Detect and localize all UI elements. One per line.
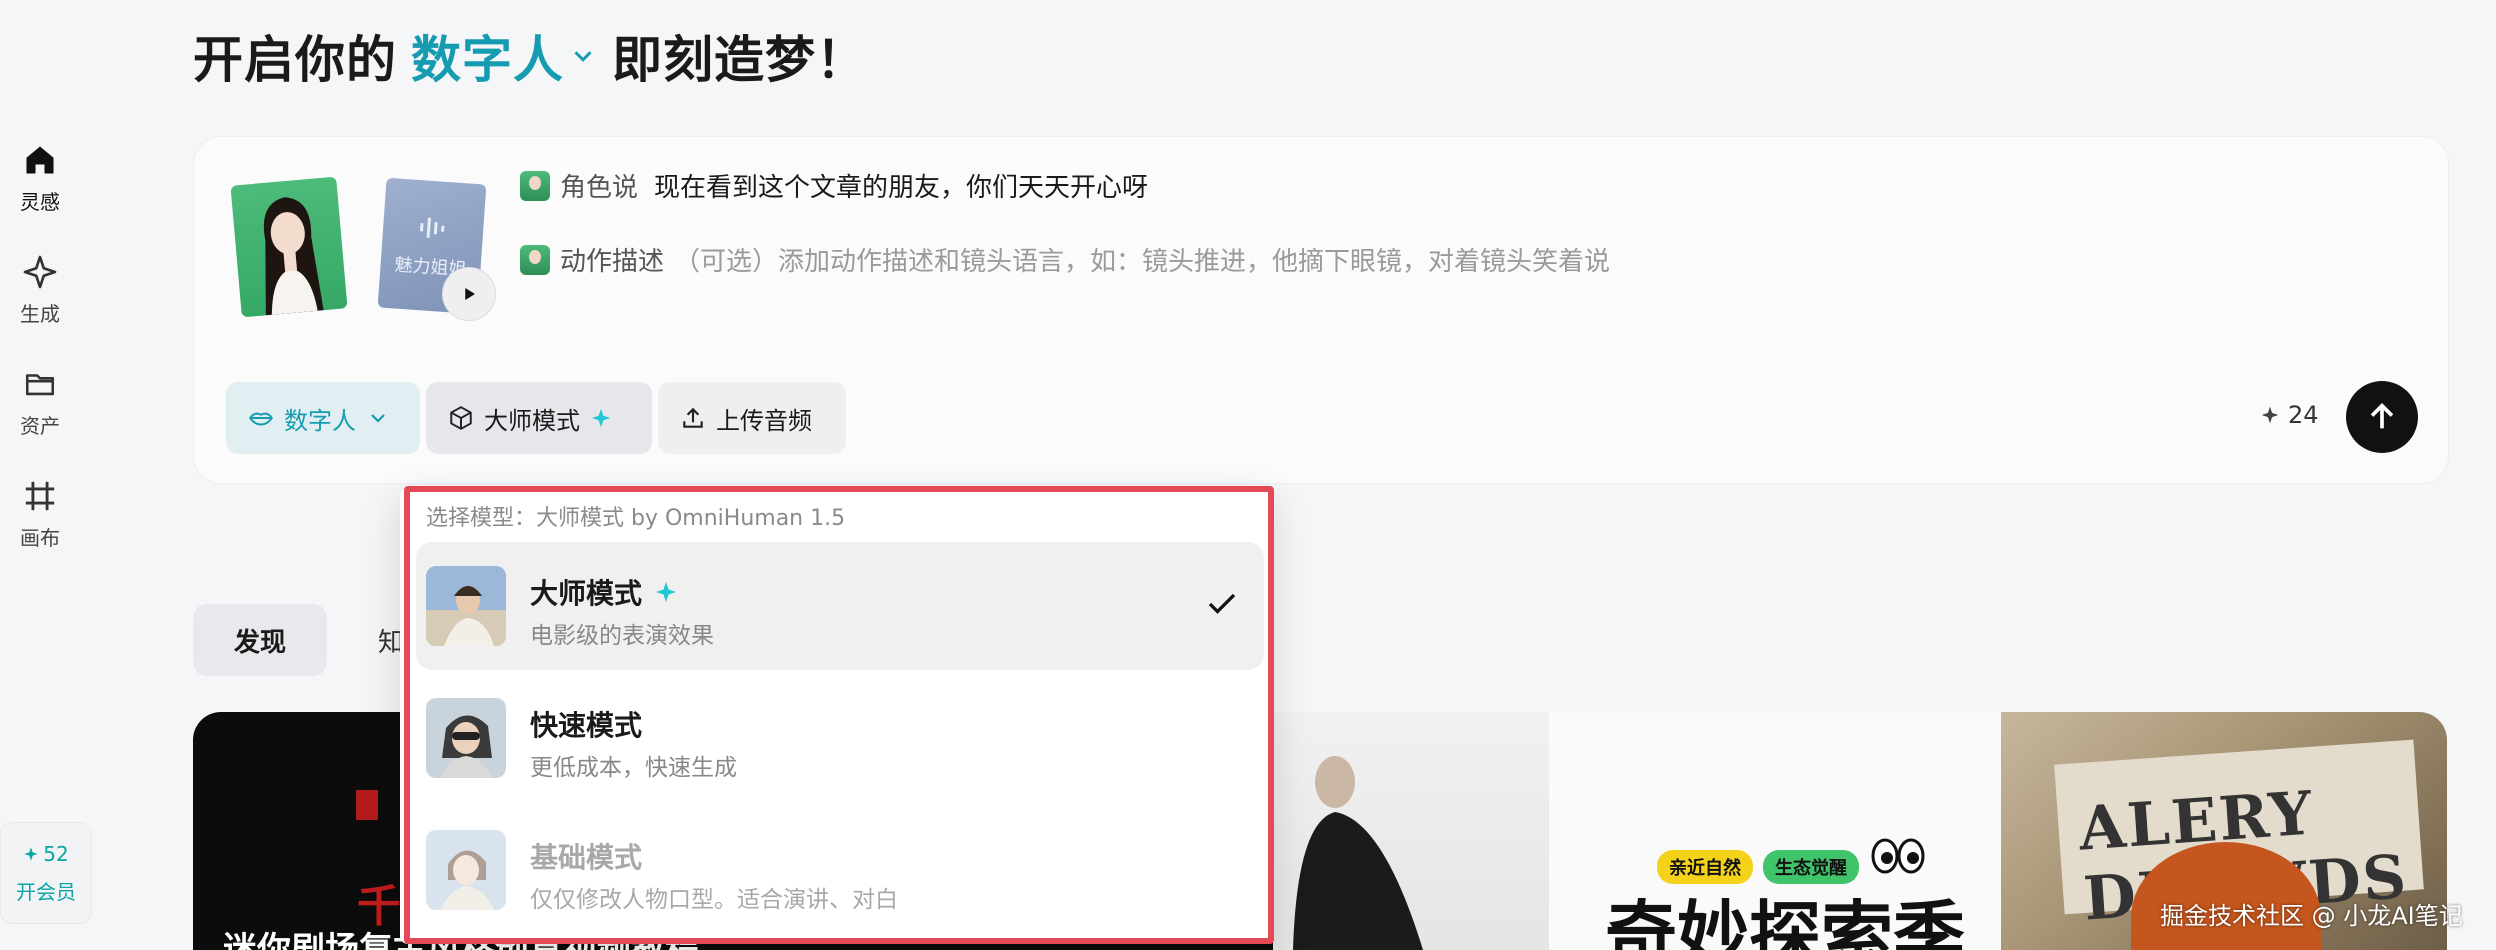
sidebar: 灵感 生成 资产 画布 <box>0 140 80 588</box>
action-line[interactable]: 动作描述 （可选） 添加动作描述和镜头语言，如：镜头推进，他摘下眼镜，对着镜头笑… <box>520 241 1610 278</box>
gallery-decoration <box>356 790 378 820</box>
dropdown-title: 选择模型：大师模式 by OmniHuman 1.5 <box>426 506 846 531</box>
mode-selector[interactable]: 数字人 <box>411 20 598 92</box>
gallery-card[interactable]: 亲近自然 生态觉醒 奇妙探索季 <box>1549 712 2001 950</box>
action-input-placeholder[interactable]: 添加动作描述和镜头语言，如：镜头推进，他摘下眼镜，对着镜头笑着说 <box>778 241 1610 278</box>
character-avatar[interactable] <box>230 176 348 318</box>
gallery-card[interactable] <box>1273 712 1549 950</box>
character-mini-avatar <box>520 170 550 201</box>
model-thumbnail <box>426 830 506 910</box>
sidebar-item-inspiration[interactable]: 灵感 <box>0 140 80 252</box>
membership-link[interactable]: 开会员 <box>16 876 76 905</box>
lips-icon <box>248 412 274 426</box>
sparkle-icon <box>20 252 60 292</box>
gallery-image <box>1293 756 1423 950</box>
sparkle-icon <box>656 582 677 602</box>
canvas-icon <box>20 476 60 516</box>
generation-cost: 24 <box>2260 401 2319 429</box>
model-option-name: 快速模式 <box>530 709 643 742</box>
sidebar-item-canvas[interactable]: 画布 <box>0 476 80 588</box>
sidebar-item-label: 资产 <box>20 414 60 438</box>
digital-human-chip[interactable]: 数字人 <box>226 382 420 454</box>
sparkle-icon <box>2261 406 2279 424</box>
model-option-desc: 更低成本，快速生成 <box>530 755 737 781</box>
upload-audio-button[interactable]: 上传音频 <box>658 382 846 454</box>
model-thumbnail <box>426 698 506 778</box>
model-thumbnail <box>426 566 506 646</box>
credits-balance: 52 <box>23 842 69 866</box>
model-option-fast[interactable]: 快速模式 更低成本，快速生成 <box>416 674 1264 802</box>
model-option-master[interactable]: 大师模式 电影级的表演效果 <box>416 542 1264 670</box>
model-option-basic[interactable]: 基础模式 仅仅修改人物口型。适合演讲、对白 <box>416 806 1264 934</box>
cube-icon <box>450 406 472 430</box>
digital-human-chip-label: 数字人 <box>284 406 356 435</box>
upload-icon <box>683 407 703 428</box>
arrow-up-icon <box>2370 403 2394 429</box>
page-headline: 开启你的 数字人 即刻造梦！ <box>193 24 867 89</box>
chevron-down-icon <box>574 51 592 62</box>
character-mini-avatar <box>520 244 550 275</box>
waveform-icon <box>420 217 445 238</box>
sparkle-icon <box>24 846 38 861</box>
model-mode-chip-label: 大师模式 <box>484 406 580 435</box>
upload-audio-label: 上传音频 <box>716 406 812 435</box>
membership-box[interactable]: 52 开会员 <box>0 822 92 924</box>
headline-prefix: 开启你的 <box>193 31 397 89</box>
send-button[interactable] <box>2346 381 2418 453</box>
role-speech-text[interactable]: 现在看到这个文章的朋友，你们天天开心呀 <box>654 167 1148 204</box>
tab-discover[interactable]: 发现 <box>193 604 327 676</box>
sidebar-item-label: 画布 <box>20 526 60 550</box>
role-line[interactable]: 角色说 现在看到这个文章的朋友，你们天天开心呀 <box>520 167 1148 204</box>
action-tag: 动作描述 <box>560 247 665 277</box>
sidebar-item-label: 生成 <box>20 302 60 326</box>
sparkle-icon <box>591 408 611 428</box>
home-icon <box>20 140 60 180</box>
action-optional-label: （可选） <box>674 247 779 277</box>
composer-card: 魅力姐姐 角色说 现在看到这个文章的朋友，你们天天开心呀 动作描述 （可选） 添… <box>193 136 2449 484</box>
eyes-icon <box>1871 838 1925 874</box>
folder-icon <box>20 364 60 404</box>
sidebar-item-label: 灵感 <box>20 190 60 214</box>
model-mode-chip[interactable]: 大师模式 <box>426 382 652 454</box>
model-option-name: 大师模式 <box>530 572 678 612</box>
chevron-down-icon <box>371 414 385 423</box>
gallery-card-title: 奇妙探索季 <box>1605 893 1966 950</box>
checkmark-icon <box>1208 593 1236 614</box>
play-voice-button[interactable] <box>442 267 496 321</box>
role-tag: 角色说 <box>560 173 639 203</box>
play-icon <box>465 288 475 300</box>
model-option-desc: 仅仅修改人物口型。适合演讲、对白 <box>530 887 898 913</box>
model-option-name: 基础模式 <box>530 841 643 874</box>
sidebar-item-generate[interactable]: 生成 <box>0 252 80 364</box>
headline-suffix: 即刻造梦！ <box>612 31 867 89</box>
mode-selector-label: 数字人 <box>411 31 564 89</box>
sidebar-item-assets[interactable]: 资产 <box>0 364 80 476</box>
model-option-desc: 电影级的表演效果 <box>530 623 714 649</box>
watermark: 掘金技术社区 @ 小龙AI笔记 <box>2160 902 2463 930</box>
